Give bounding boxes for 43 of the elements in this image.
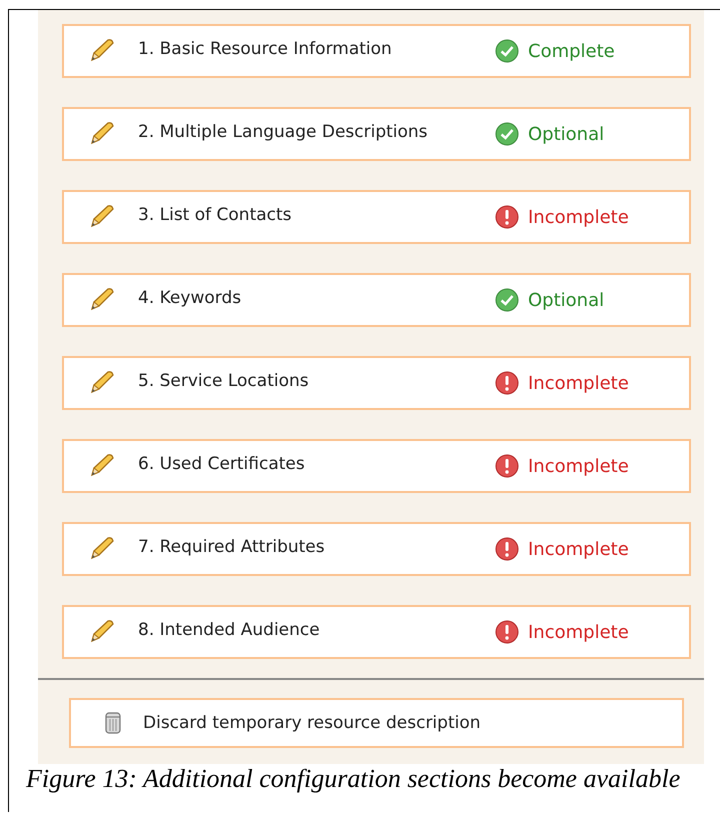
section-title: 3. List of Contacts [138, 204, 293, 224]
section-row[interactable]: 3. List of Contacts Incomplete [62, 190, 691, 244]
status-text: Optional [528, 290, 604, 310]
section-row[interactable]: 6. Used Certificates Incomplete [62, 439, 691, 493]
pencil-icon [88, 204, 116, 230]
section-title: 7. Required Attributes [138, 536, 326, 556]
pencil-icon [88, 121, 116, 147]
section-row[interactable]: 1. Basic Resource Information Complete [62, 24, 691, 78]
pencil-icon [88, 370, 116, 396]
pencil-icon [88, 453, 116, 479]
section-row[interactable]: 2. Multiple Language Descriptions Optional [62, 107, 691, 161]
section-title: 1. Basic Resource Information [138, 38, 393, 58]
exclamation-circle-icon [495, 371, 519, 395]
status-text: Incomplete [528, 372, 629, 394]
status-text: Incomplete [528, 206, 629, 228]
pencil-icon [88, 38, 116, 64]
section-title: 6. Used Certificates [138, 454, 306, 474]
section-title: 2. Multiple Language Descriptions [138, 122, 429, 142]
status-text: Optional [528, 124, 604, 144]
exclamation-circle-icon [495, 205, 519, 229]
section-title: 4. Keywords [138, 288, 242, 308]
exclamation-circle-icon [495, 537, 519, 561]
check-circle-icon [495, 122, 519, 146]
check-circle-icon [495, 39, 519, 63]
section-title: 5. Service Locations [138, 370, 310, 390]
section-row[interactable]: 8. Intended Audience Incomplete [62, 605, 691, 659]
status-text: Incomplete [528, 538, 629, 560]
pencil-icon [88, 619, 116, 645]
figure-caption: Figure 13: Additional configuration sections become available [26, 764, 682, 794]
trash-can-icon [105, 712, 121, 734]
section-title: 8. Intended Audience [138, 620, 321, 640]
check-circle-icon [495, 288, 519, 312]
status-text: Incomplete [528, 456, 629, 476]
pencil-icon [88, 287, 116, 313]
pencil-icon [88, 536, 116, 562]
section-row[interactable]: 7. Required Attributes Incomplete [62, 522, 691, 576]
section-row[interactable]: 4. Keywords Optional [62, 273, 691, 327]
status-text: Complete [528, 40, 615, 62]
section-row[interactable]: 5. Service Locations Incomplete [62, 356, 691, 410]
exclamation-circle-icon [495, 620, 519, 644]
exclamation-circle-icon [495, 454, 519, 478]
discard-button[interactable]: Discard temporary resource description [69, 698, 684, 748]
status-text: Incomplete [528, 622, 629, 642]
